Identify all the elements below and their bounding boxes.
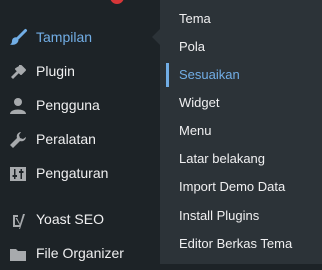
- submenu-item-sesuaikan[interactable]: Sesuaikan: [160, 60, 322, 88]
- sidebar-item-file-organizer[interactable]: File Organizer: [0, 236, 160, 270]
- sidebar-item-label: Plugin: [36, 63, 75, 79]
- submenu-item-label: Editor Berkas Tema: [179, 236, 293, 251]
- sidebar-item-tampilan[interactable]: Tampilan: [0, 20, 160, 54]
- submenu-item-tema[interactable]: Tema: [160, 4, 322, 32]
- sidebar-item-label: Tampilan: [36, 29, 93, 45]
- submenu-item-label: Latar belakang: [179, 151, 266, 166]
- submenu-item-latar-belakang[interactable]: Latar belakang: [160, 144, 322, 172]
- submenu-item-label: Sesuaikan: [179, 67, 240, 82]
- user-icon: [8, 96, 28, 116]
- submenu-item-editor-berkas-tema[interactable]: Editor Berkas Tema: [160, 229, 322, 257]
- menu-separator: [0, 198, 160, 199]
- sidebar-item-pengguna[interactable]: Pengguna: [0, 88, 160, 122]
- paintbrush-icon: [8, 28, 28, 48]
- sidebar-item-pengaturan[interactable]: Pengaturan: [0, 156, 160, 190]
- submenu-item-pola[interactable]: Pola: [160, 32, 322, 60]
- sidebar-item-label: Yoast SEO: [36, 211, 104, 227]
- yoast-icon: [8, 210, 28, 230]
- submenu-item-label: Pola: [179, 39, 206, 54]
- sidebar-item-plugin[interactable]: Plugin: [0, 54, 160, 88]
- sliders-icon: [8, 164, 28, 184]
- notification-badge: [110, 0, 124, 4]
- appearance-submenu: Tema Pola Sesuaikan Widget Menu Latar be…: [160, 0, 322, 264]
- admin-sidebar: Tampilan Plugin Pengguna Peralatan Penga…: [0, 0, 160, 264]
- wrench-icon: [8, 130, 28, 150]
- submenu-item-label: Widget: [179, 95, 220, 110]
- submenu-item-label: Install Plugins: [179, 208, 260, 223]
- submenu-item-install-plugins[interactable]: Install Plugins: [160, 201, 322, 229]
- sidebar-item-label: Pengguna: [36, 97, 100, 113]
- submenu-item-label: Tema: [179, 11, 211, 26]
- sidebar-item-label: Peralatan: [36, 131, 96, 147]
- submenu-item-label: Menu: [179, 123, 212, 138]
- plug-icon: [8, 62, 28, 82]
- sidebar-item-yoast-seo[interactable]: Yoast SEO: [0, 202, 160, 236]
- sidebar-item-peralatan[interactable]: Peralatan: [0, 122, 160, 156]
- submenu-item-menu[interactable]: Menu: [160, 116, 322, 144]
- sidebar-item-label: Pengaturan: [36, 165, 109, 181]
- folder-icon: [8, 244, 28, 264]
- submenu-item-widget[interactable]: Widget: [160, 88, 322, 116]
- submenu-item-import-demo-data[interactable]: Import Demo Data: [160, 172, 322, 200]
- submenu-item-label: Import Demo Data: [179, 179, 286, 194]
- sidebar-item-label: File Organizer: [36, 245, 124, 261]
